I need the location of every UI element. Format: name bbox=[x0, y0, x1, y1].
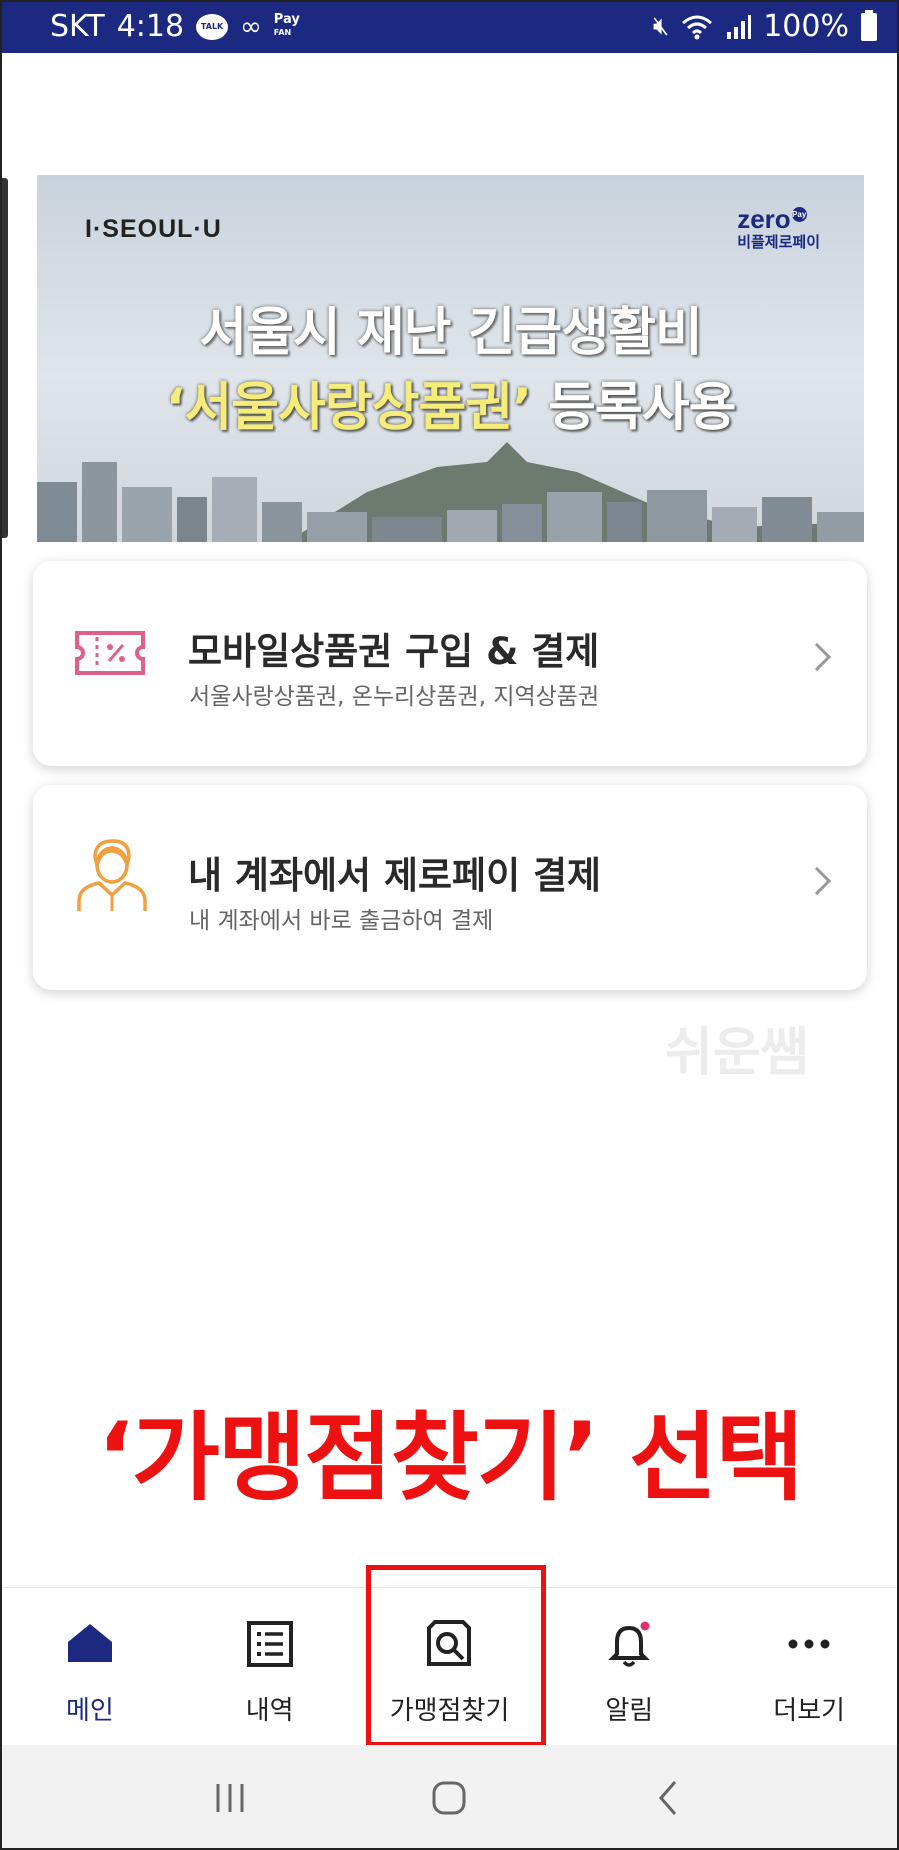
nav-item-more[interactable]: 더보기 bbox=[719, 1588, 899, 1745]
carrier-label: SKT bbox=[50, 9, 105, 44]
back-icon bbox=[659, 1780, 677, 1815]
battery-icon bbox=[861, 9, 877, 41]
payfan-icon: Pay FAN bbox=[273, 12, 300, 37]
watermark-text: 쉬운쌤 bbox=[665, 1023, 809, 1083]
more-icon bbox=[788, 1639, 830, 1649]
mute-icon: 🔇︎ bbox=[652, 11, 670, 41]
list-icon bbox=[246, 1621, 293, 1667]
home-button[interactable] bbox=[419, 1768, 479, 1828]
instruction-caption: ‘가맹점찾기’ 선택 bbox=[97, 1402, 804, 1514]
card-subtitle: 내 계좌에서 바로 출금하여 결제 bbox=[189, 908, 494, 934]
person-icon bbox=[77, 839, 147, 911]
highlight-box bbox=[366, 1565, 546, 1747]
nav-item-history[interactable]: 내역 bbox=[180, 1588, 360, 1745]
chevron-right-icon bbox=[802, 642, 832, 672]
zeropay-logo: zeroPay 비플제로페이 bbox=[737, 204, 820, 251]
nav-label: 더보기 bbox=[773, 1696, 845, 1726]
card-subtitle: 서울사랑상품권, 온누리상품권, 지역상품권 bbox=[189, 684, 600, 710]
card-title: 모바일상품권 구입 & 결제 bbox=[188, 630, 600, 673]
card-title: 내 계좌에서 제로페이 결제 bbox=[188, 854, 602, 897]
nav-label: 메인 bbox=[65, 1696, 114, 1726]
link-icon: ∞ bbox=[240, 11, 262, 42]
chevron-right-icon bbox=[802, 866, 832, 896]
nav-item-notifications[interactable]: 알림 bbox=[539, 1588, 719, 1745]
recent-apps-icon bbox=[216, 1783, 244, 1812]
battery-percent: 100% bbox=[763, 9, 849, 44]
banner-subheadline: ‘서울사랑상품권’ 등록사용 bbox=[165, 378, 737, 438]
bell-icon bbox=[608, 1621, 651, 1667]
nav-label: 내역 bbox=[245, 1696, 294, 1726]
ticket-icon bbox=[75, 631, 145, 675]
nav-label: 알림 bbox=[605, 1696, 654, 1726]
city-skyline-image bbox=[37, 442, 864, 542]
side-panel-handle[interactable] bbox=[2, 178, 8, 538]
system-navigation-bar bbox=[0, 1745, 899, 1850]
signal-icon bbox=[727, 14, 752, 39]
iseoulu-logo: I·SEOUL·U bbox=[85, 215, 222, 243]
recent-apps-button[interactable] bbox=[200, 1768, 260, 1828]
wifi-icon bbox=[682, 15, 713, 39]
home-circle-icon bbox=[432, 1781, 466, 1814]
home-icon bbox=[67, 1624, 112, 1662]
account-zeropay-card[interactable]: 내 계좌에서 제로페이 결제 내 계좌에서 바로 출금하여 결제 bbox=[33, 785, 867, 990]
status-bar: SKT 4:18 TALK ∞ Pay FAN 🔇︎ 100% bbox=[0, 0, 899, 53]
mobile-voucher-card[interactable]: 모바일상품권 구입 & 결제 서울사랑상품권, 온누리상품권, 지역상품권 bbox=[33, 561, 867, 766]
kakaotalk-icon: TALK bbox=[196, 13, 229, 40]
promo-banner[interactable]: I·SEOUL·U zeroPay 비플제로페이 서울시 재난 긴급생활비 ‘서… bbox=[37, 175, 864, 542]
clock: 4:18 bbox=[116, 9, 185, 44]
banner-headline: 서울시 재난 긴급생활비 bbox=[199, 303, 703, 363]
nav-item-main[interactable]: 메인 bbox=[0, 1588, 180, 1745]
back-button[interactable] bbox=[639, 1768, 699, 1828]
